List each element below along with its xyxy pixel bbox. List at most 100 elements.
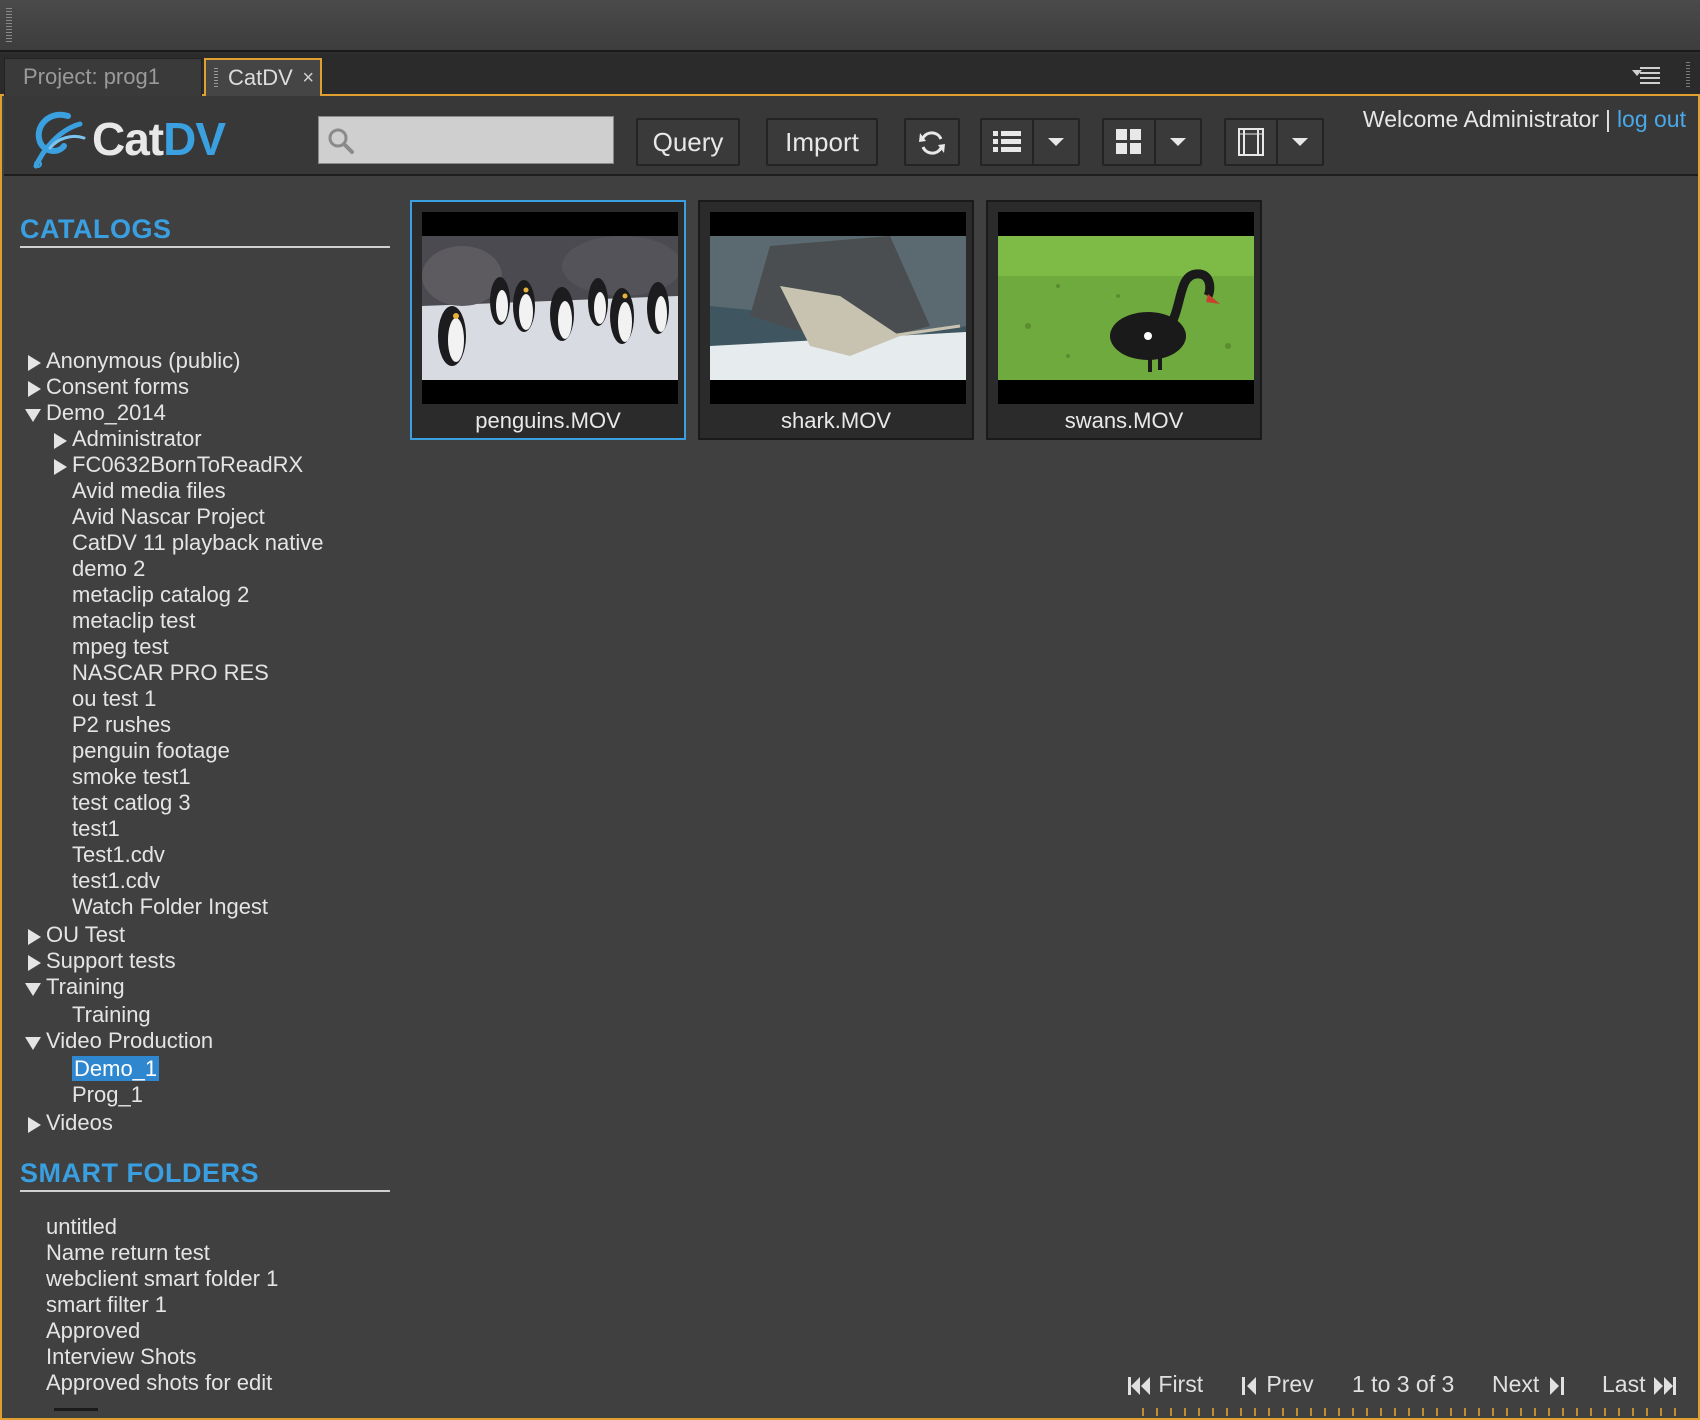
catalog-tree-item[interactable]: test1 xyxy=(72,816,120,842)
catalog-tree-item[interactable]: ou test 1 xyxy=(72,686,156,712)
clip-name[interactable]: penguins.MOV xyxy=(412,408,684,434)
refresh-button[interactable] xyxy=(904,118,960,166)
query-button[interactable]: Query xyxy=(636,118,740,166)
catalog-tree-item[interactable]: Watch Folder Ingest xyxy=(72,894,268,920)
catalog-tree-item[interactable]: Demo_1 xyxy=(72,1056,160,1082)
clip-card[interactable]: swans.MOV xyxy=(986,200,1262,440)
catalog-label: metaclip catalog 2 xyxy=(72,582,250,607)
smart-folder-item[interactable]: Approved shots for edit xyxy=(46,1370,272,1396)
catalog-tree-item[interactable]: test catlog 3 xyxy=(72,790,191,816)
catalog-tree-item[interactable]: demo 2 xyxy=(72,556,145,582)
collapsed-arrow-icon[interactable] xyxy=(24,926,46,946)
collapsed-arrow-icon[interactable] xyxy=(24,1114,46,1134)
catalog-tree-item[interactable]: penguin footage xyxy=(72,738,230,764)
clip-thumbnail[interactable] xyxy=(998,212,1254,404)
catalog-tree-item[interactable]: Training xyxy=(24,974,125,1000)
catalog-tree-item[interactable]: Demo_2014 xyxy=(24,400,166,426)
panel-grip[interactable] xyxy=(1686,62,1690,88)
expanded-arrow-icon[interactable] xyxy=(24,1032,46,1052)
catalog-tree-item[interactable]: Avid media files xyxy=(72,478,226,504)
separator: | xyxy=(1604,106,1611,132)
catalog-tree-item[interactable]: Administrator xyxy=(50,426,202,452)
smart-folder-item[interactable]: smart filter 1 xyxy=(46,1292,167,1318)
catalog-label: Administrator xyxy=(72,426,202,451)
catalog-label: Watch Folder Ingest xyxy=(72,894,269,919)
catalog-tree-item[interactable]: P2 rushes xyxy=(72,712,171,738)
tab-grip[interactable] xyxy=(214,68,218,88)
clip-card[interactable]: penguins.MOV xyxy=(410,200,686,440)
catalog-tree-item[interactable]: test1.cdv xyxy=(72,868,160,894)
chevron-down-icon xyxy=(1170,138,1186,146)
filmstrip-view-dropdown[interactable] xyxy=(1278,120,1322,164)
catalog-tree-item[interactable]: metaclip catalog 2 xyxy=(72,582,249,608)
catalog-label: ou test 1 xyxy=(72,686,157,711)
catalog-tree-item[interactable]: smoke test1 xyxy=(72,764,191,790)
penguins-thumbnail-image xyxy=(422,236,678,380)
catalog-tree-item[interactable]: metaclip test xyxy=(72,608,196,634)
clip-thumbnail[interactable] xyxy=(710,212,966,404)
import-button[interactable]: Import xyxy=(766,118,878,166)
clip-thumbnail[interactable] xyxy=(422,212,678,404)
first-label: First xyxy=(1158,1371,1204,1397)
catalog-tree-item[interactable]: Avid Nascar Project xyxy=(72,504,265,530)
collapsed-arrow-icon[interactable] xyxy=(50,430,72,450)
catalog-label: Support tests xyxy=(46,948,176,973)
first-page-icon xyxy=(1128,1376,1150,1395)
next-page-button[interactable]: Next xyxy=(1492,1364,1564,1404)
shark-thumbnail-image xyxy=(710,236,966,380)
list-view-button[interactable] xyxy=(980,118,1080,166)
smart-folder-item[interactable]: Name return test xyxy=(46,1240,210,1266)
tab-project[interactable]: Project: prog1 xyxy=(4,58,202,96)
first-page-button[interactable]: First xyxy=(1128,1364,1203,1404)
catalog-tree-item[interactable]: Support tests xyxy=(24,948,176,974)
chevron-down-icon xyxy=(1048,138,1064,146)
clip-card[interactable]: shark.MOV xyxy=(698,200,974,440)
catalog-label: test1 xyxy=(72,816,120,841)
grid-view-toggle[interactable] xyxy=(1104,120,1156,164)
catalog-label: CatDV 11 playback native xyxy=(72,530,324,555)
catdv-logo-icon xyxy=(33,111,86,169)
catalog-tree-item[interactable]: Consent forms xyxy=(24,374,189,400)
smart-folder-item[interactable]: Interview Shots xyxy=(46,1344,196,1370)
welcome-text: Welcome Administrator xyxy=(1362,106,1599,132)
grid-view-dropdown[interactable] xyxy=(1156,120,1200,164)
filmstrip-view-toggle[interactable] xyxy=(1226,120,1278,164)
catalog-tree-item[interactable]: Prog_1 xyxy=(72,1082,143,1108)
catalog-label: Training xyxy=(72,1002,151,1027)
filmstrip-view-button[interactable] xyxy=(1224,118,1324,166)
collapsed-arrow-icon[interactable] xyxy=(24,352,46,372)
catalog-tree-item[interactable]: Videos xyxy=(24,1110,113,1136)
catalog-tree-item[interactable]: Anonymous (public) xyxy=(24,348,240,374)
catalog-label: Prog_1 xyxy=(72,1082,143,1107)
tab-catdv[interactable]: CatDV × xyxy=(204,58,322,96)
collapsed-arrow-icon[interactable] xyxy=(24,378,46,398)
smart-folder-item[interactable]: untitled xyxy=(46,1214,117,1240)
collapsed-arrow-icon[interactable] xyxy=(24,952,46,972)
catalog-tree-item[interactable]: Video Production xyxy=(24,1028,213,1054)
logout-link[interactable]: log out xyxy=(1617,106,1686,132)
clip-name[interactable]: shark.MOV xyxy=(700,408,972,434)
list-view-dropdown[interactable] xyxy=(1034,120,1078,164)
logo-cat: Cat xyxy=(92,113,164,165)
grid-view-button[interactable] xyxy=(1102,118,1202,166)
catalog-tree-item[interactable]: FC0632BornToReadRX xyxy=(50,452,303,478)
expanded-arrow-icon[interactable] xyxy=(24,978,46,998)
smart-folder-item[interactable]: webclient smart folder 1 xyxy=(46,1266,278,1292)
catalog-tree-item[interactable]: mpeg test xyxy=(72,634,169,660)
catalog-tree-item[interactable]: Test1.cdv xyxy=(72,842,165,868)
search-input[interactable] xyxy=(318,116,614,164)
smart-folder-item[interactable]: Approved xyxy=(46,1318,140,1344)
catalog-tree-item[interactable]: NASCAR PRO RES xyxy=(72,660,269,686)
drag-grip[interactable] xyxy=(6,8,12,44)
catalog-tree-item[interactable]: Training xyxy=(72,1002,151,1028)
prev-page-button[interactable]: Prev xyxy=(1242,1364,1314,1404)
catalog-tree-item[interactable]: CatDV 11 playback native xyxy=(72,530,324,556)
clip-name[interactable]: swans.MOV xyxy=(988,408,1260,434)
last-page-button[interactable]: Last xyxy=(1602,1364,1676,1404)
expanded-arrow-icon[interactable] xyxy=(24,404,46,424)
panel-menu-icon[interactable] xyxy=(1632,64,1660,84)
close-icon[interactable]: × xyxy=(302,60,314,96)
collapsed-arrow-icon[interactable] xyxy=(50,456,72,476)
list-view-toggle[interactable] xyxy=(982,120,1034,164)
catalog-tree-item[interactable]: OU Test xyxy=(24,922,125,948)
